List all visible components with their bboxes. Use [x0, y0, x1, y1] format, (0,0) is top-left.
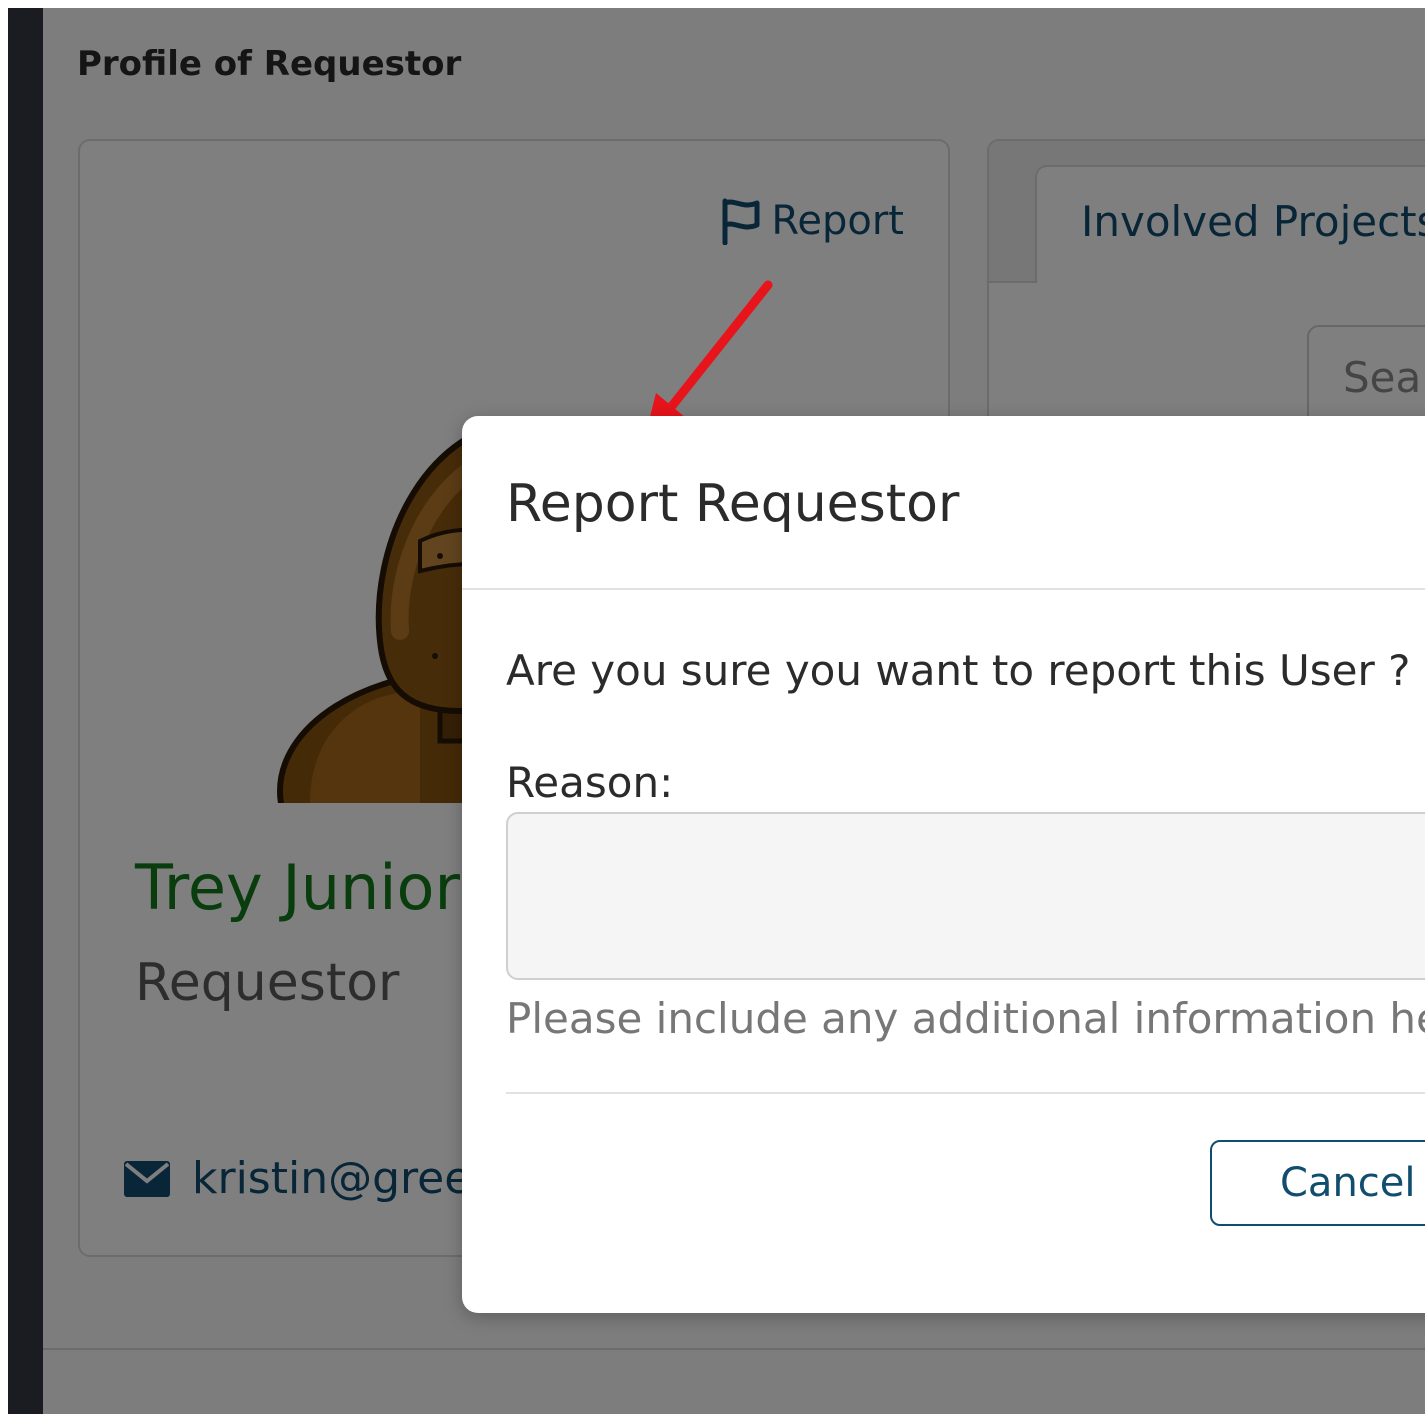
reason-help-text: Please include any additional informatio… [506, 994, 1425, 1043]
modal-question: Are you sure you want to report this Use… [506, 646, 1411, 695]
modal-footer-divider [506, 1092, 1425, 1094]
report-modal: Report Requestor Are you sure you want t… [462, 416, 1425, 1313]
modal-title: Report Requestor [506, 474, 960, 534]
cancel-button[interactable]: Cancel [1210, 1140, 1425, 1226]
reason-label: Reason: [506, 758, 674, 807]
reason-input[interactable] [506, 812, 1425, 980]
sidebar-strip [8, 8, 43, 1414]
screen: Profile of Requestor Report [0, 0, 1425, 1414]
modal-header-divider [462, 588, 1425, 590]
